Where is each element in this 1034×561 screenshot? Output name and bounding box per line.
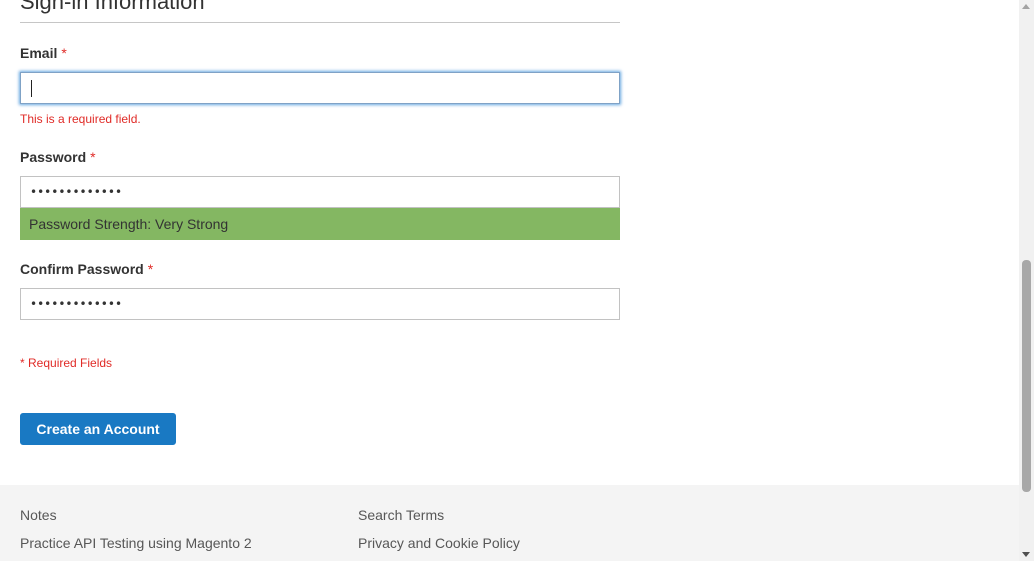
required-asterisk: * xyxy=(61,45,67,61)
password-strength-meter: Password Strength: Very Strong xyxy=(20,208,620,240)
confirm-password-field[interactable]: ••••••••••••• xyxy=(20,288,620,320)
vertical-scrollbar[interactable] xyxy=(1019,0,1034,561)
required-asterisk: * xyxy=(147,261,154,277)
footer-link-notes[interactable]: Notes xyxy=(20,507,57,523)
footer: Notes Practice API Testing using Magento… xyxy=(0,485,1019,561)
email-label-text: Email xyxy=(20,45,58,61)
scroll-up-arrow-icon[interactable] xyxy=(1022,4,1030,9)
required-fields-note: * Required Fields xyxy=(20,356,113,370)
text-caret xyxy=(31,80,32,97)
confirm-password-label-text: Confirm Password xyxy=(20,261,144,277)
confirm-password-label: Confirm Password * xyxy=(20,261,153,277)
footer-link-search-terms[interactable]: Search Terms xyxy=(358,507,444,523)
email-error-message: This is a required field. xyxy=(20,112,141,126)
password-label-text: Password xyxy=(20,149,87,165)
section-title: Sign-in Information xyxy=(20,0,620,23)
email-field[interactable] xyxy=(20,72,620,104)
password-label: Password * xyxy=(20,149,96,165)
scroll-down-arrow-icon[interactable] xyxy=(1022,552,1030,557)
scrollbar-thumb[interactable] xyxy=(1022,260,1031,492)
password-field[interactable]: ••••••••••••• xyxy=(20,176,620,208)
footer-link-practice-api[interactable]: Practice API Testing using Magento 2 xyxy=(20,535,252,551)
registration-form-page: Sign-in Information Email * This is a req… xyxy=(0,0,1019,561)
email-label: Email * xyxy=(20,45,67,61)
footer-link-privacy-policy[interactable]: Privacy and Cookie Policy xyxy=(358,535,520,551)
required-asterisk: * xyxy=(90,149,96,165)
create-account-button[interactable]: Create an Account xyxy=(20,413,176,445)
